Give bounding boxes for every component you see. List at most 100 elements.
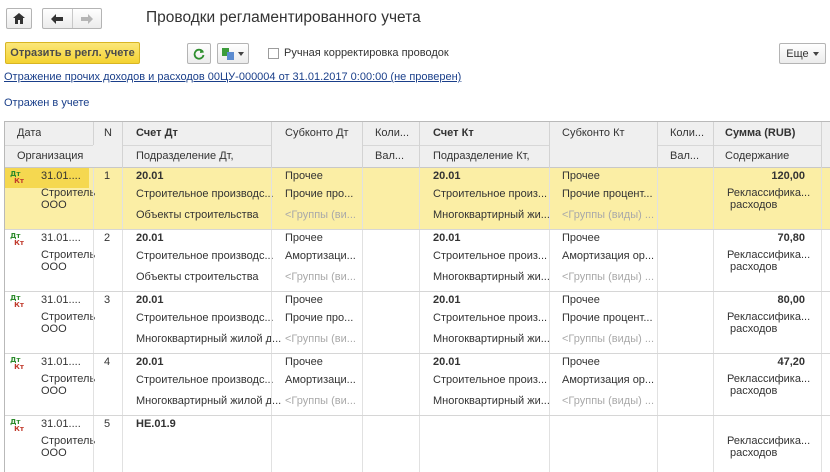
posting-dt-kt-icon: Дт Кт	[5, 168, 29, 188]
column-divider	[549, 354, 550, 415]
header-subkonto-dt[interactable]: Субконто Дт	[285, 127, 349, 139]
table-row[interactable]: Дт Кт 31.01.... 1 Строитель ООО 20.01 Строитель…	[5, 168, 830, 230]
row-content: Реклассифика...	[727, 249, 811, 261]
row-department-kt: Строительное произ...	[433, 312, 548, 324]
manual-correction-toggle[interactable]: Ручная корректировка проводок	[268, 47, 449, 59]
column-divider	[821, 230, 822, 291]
row-sum: 47,20	[777, 356, 805, 368]
row-content-2: расходов	[730, 261, 778, 273]
column-divider	[657, 230, 658, 291]
header-subkonto-kt[interactable]: Субконто Кт	[562, 127, 625, 139]
column-divider	[549, 230, 550, 291]
row-department-kt: Строительное произ...	[433, 250, 548, 262]
row-object-kt: Многоквартирный жи...	[433, 333, 550, 345]
row-subkonto-dt-1: Прочее	[285, 170, 323, 182]
table-row[interactable]: Дт Кт 31.01.... 4 Строитель ООО 20.01 Строитель…	[5, 354, 830, 416]
column-divider	[657, 416, 658, 472]
column-divider	[657, 354, 658, 415]
manual-correction-label: Ручная корректировка проводок	[284, 47, 449, 59]
header-department-kt[interactable]: Подразделение Кт,	[433, 150, 530, 162]
column-divider	[419, 292, 420, 353]
forward-button[interactable]	[71, 9, 101, 28]
column-divider	[419, 168, 420, 229]
header-divider	[5, 145, 93, 146]
refresh-button[interactable]	[187, 43, 211, 64]
row-organization: Строитель	[41, 373, 96, 385]
header-organization[interactable]: Организация	[17, 150, 83, 162]
column-divider	[657, 168, 658, 229]
column-divider	[362, 292, 363, 353]
column-divider	[549, 122, 550, 168]
postings-table: Дата N Счет Дт Субконто Дт Коли... Счет …	[4, 121, 830, 472]
column-divider	[821, 122, 822, 168]
row-number: 3	[104, 294, 111, 306]
header-sum[interactable]: Сумма (RUB)	[725, 127, 795, 139]
column-divider	[362, 416, 363, 472]
column-divider	[122, 354, 123, 415]
row-account-kt: 20.01	[433, 356, 461, 368]
row-account-dt: 20.01	[136, 170, 164, 182]
table-row[interactable]: Дт Кт 31.01.... 3 Строитель ООО 20.01 Строитель…	[5, 292, 830, 354]
row-subkonto-kt-1: Прочее	[562, 356, 600, 368]
header-n[interactable]: N	[104, 127, 112, 139]
column-divider	[122, 416, 123, 472]
header-divider	[713, 145, 821, 146]
column-divider	[821, 416, 822, 472]
posting-dt-kt-icon: Дт Кт	[10, 356, 24, 371]
row-sum: 70,80	[777, 232, 805, 244]
arrow-right-icon	[80, 13, 93, 24]
column-divider	[419, 122, 420, 168]
header-currency-dt[interactable]: Вал...	[375, 150, 404, 162]
row-subkonto-kt-2: Амортизация ор...	[562, 250, 655, 262]
row-object-dt: Объекты строительства	[136, 271, 259, 283]
column-divider	[362, 168, 363, 229]
column-divider	[93, 230, 94, 291]
row-content-2: расходов	[730, 199, 778, 211]
table-row[interactable]: Дт Кт 31.01.... 5 Строитель ООО НЕ.01.9 Рекласс…	[5, 416, 830, 472]
header-account-dt[interactable]: Счет Дт	[136, 127, 178, 139]
row-number: 4	[104, 356, 111, 368]
header-department-dt[interactable]: Подразделение Дт,	[136, 150, 234, 162]
row-subkonto-dt-2: Амортизаци...	[285, 250, 356, 262]
row-date: 31.01....	[41, 232, 81, 244]
row-subkonto-dt-3: <Группы (ви...	[285, 209, 356, 221]
manual-correction-checkbox[interactable]	[268, 47, 279, 59]
header-currency-kt[interactable]: Вал...	[670, 150, 699, 162]
column-divider	[93, 354, 94, 415]
header-quantity-dt[interactable]: Коли...	[375, 127, 409, 139]
row-account-kt: 20.01	[433, 170, 461, 182]
header-date[interactable]: Дата	[17, 127, 41, 139]
back-button[interactable]	[43, 9, 72, 28]
row-content: Реклассифика...	[727, 311, 811, 323]
row-number: 5	[104, 418, 111, 430]
row-object-kt: Многоквартирный жи...	[433, 209, 550, 221]
structure-button[interactable]	[217, 43, 249, 64]
column-divider	[271, 354, 272, 415]
posting-status-link[interactable]: Отражен в учете	[4, 97, 89, 109]
header-quantity-kt[interactable]: Коли...	[670, 127, 704, 139]
row-organization: Строитель	[41, 435, 96, 447]
column-divider	[93, 168, 94, 229]
column-divider	[713, 122, 714, 168]
header-content[interactable]: Содержание	[725, 150, 789, 162]
column-divider	[549, 416, 550, 472]
column-divider	[271, 292, 272, 353]
source-document-link[interactable]: Отражение прочих доходов и расходов 00ЦУ…	[4, 71, 461, 83]
row-subkonto-dt-2: Прочие про...	[285, 188, 354, 200]
column-divider	[713, 168, 714, 229]
row-account-dt: 20.01	[136, 294, 164, 306]
chevron-down-icon	[812, 51, 819, 56]
post-to-regulated-button[interactable]: Отразить в регл. учете	[5, 42, 140, 64]
row-department-dt: Строительное производс...	[136, 188, 274, 200]
document-structure-icon	[222, 47, 234, 60]
row-subkonto-kt-3: <Группы (виды) ...	[562, 271, 654, 283]
home-button[interactable]	[6, 8, 32, 29]
row-content: Реклассифика...	[727, 435, 811, 447]
table-row[interactable]: Дт Кт 31.01.... 2 Строитель ООО 20.01 Строитель…	[5, 230, 830, 292]
row-content-2: расходов	[730, 323, 778, 335]
header-account-kt[interactable]: Счет Кт	[433, 127, 474, 139]
column-divider	[271, 122, 272, 168]
more-button[interactable]: Еще	[779, 43, 826, 64]
posting-dt-kt-icon: Дт Кт	[10, 232, 24, 247]
header-divider	[362, 145, 419, 146]
